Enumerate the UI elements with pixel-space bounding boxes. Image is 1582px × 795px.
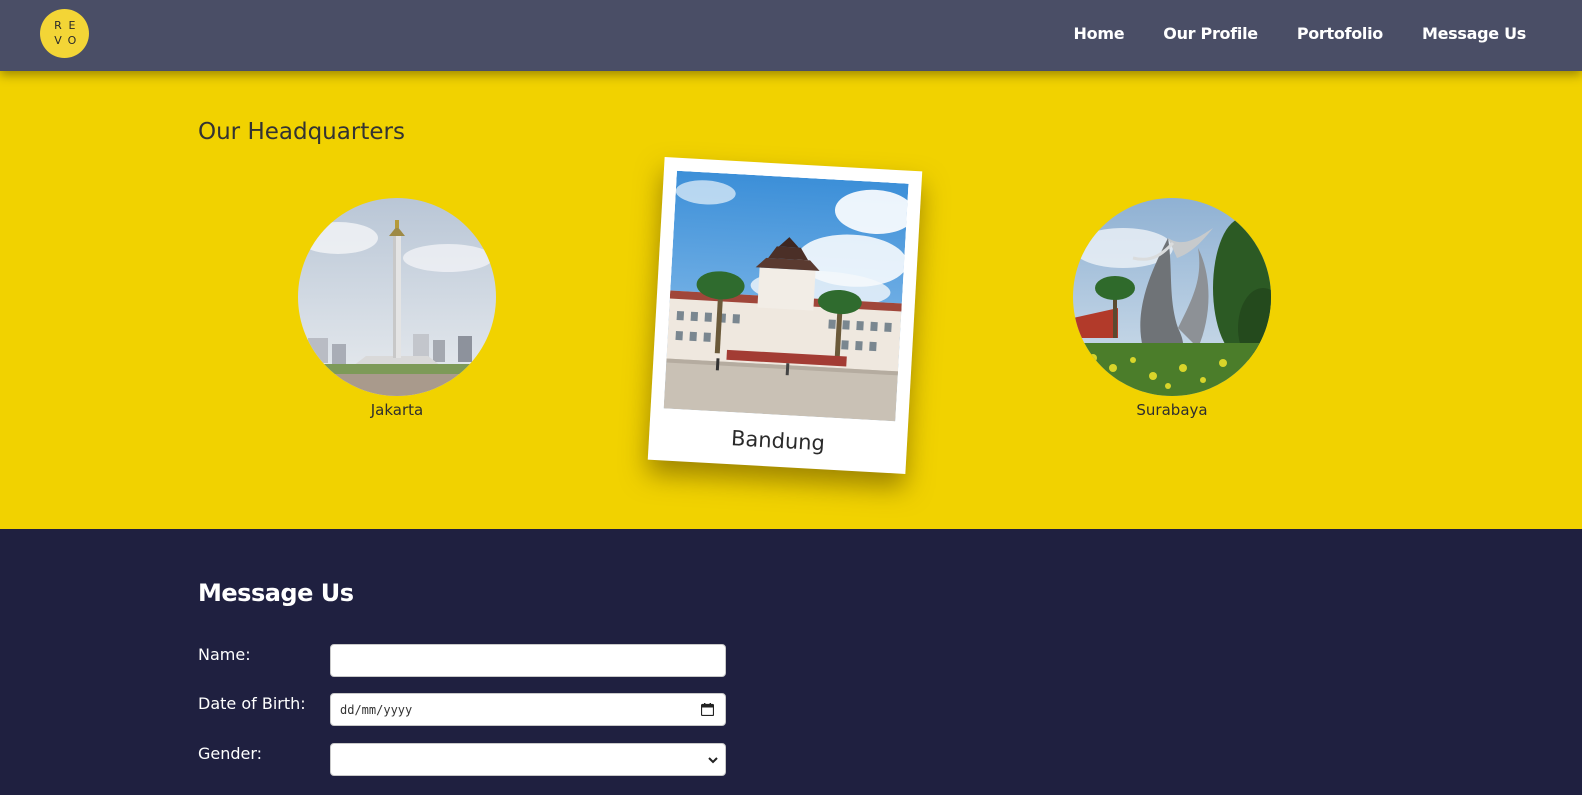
- city-card-surabaya[interactable]: Surabaya: [1073, 198, 1271, 419]
- chevron-down-icon: [708, 757, 718, 764]
- nav-link-portofolio[interactable]: Portofolio: [1297, 24, 1383, 43]
- logo-letter: O: [67, 34, 77, 47]
- logo-letter: R: [54, 19, 62, 32]
- logo-letter: E: [68, 19, 76, 32]
- section-title: Our Headquarters: [198, 119, 405, 145]
- dob-input[interactable]: dd/mm/yyyy: [330, 693, 726, 726]
- nav-link-our-profile[interactable]: Our Profile: [1163, 24, 1258, 43]
- nav-link-home[interactable]: Home: [1074, 24, 1125, 43]
- name-input[interactable]: [330, 644, 726, 677]
- city-label: Surabaya: [1136, 401, 1208, 419]
- gender-select[interactable]: [330, 743, 726, 776]
- headquarters-section: Our Headquarters Jakarta Bandung Surabay…: [0, 71, 1582, 529]
- city-card-bandung[interactable]: Bandung: [647, 157, 923, 474]
- name-label: Name:: [198, 645, 251, 664]
- gedung-sate-photo: [663, 170, 909, 422]
- logo-letters: R E V O: [51, 18, 79, 48]
- city-label: Jakarta: [370, 401, 424, 419]
- gender-label: Gender:: [198, 744, 263, 763]
- revo-logo[interactable]: R E V O: [40, 9, 89, 58]
- dob-placeholder: dd/mm/yyyy: [340, 703, 413, 717]
- nav-link-message-us[interactable]: Message Us: [1422, 24, 1526, 43]
- city-label: Bandung: [730, 426, 826, 456]
- logo-letter: V: [54, 34, 62, 47]
- dob-label: Date of Birth:: [198, 694, 306, 713]
- monas-monument-photo: [298, 198, 496, 396]
- section-title: Message Us: [198, 579, 354, 607]
- calendar-icon[interactable]: [701, 703, 714, 716]
- navbar: R E V O Home Our Profile Portofolio Mess…: [0, 0, 1582, 71]
- nav-menu: Home Our Profile Portofolio Message Us: [1074, 24, 1527, 43]
- city-card-jakarta[interactable]: Jakarta: [298, 198, 496, 419]
- message-us-section: Message Us Name: Date of Birth: dd/mm/yy…: [0, 529, 1582, 795]
- sura-buaya-statue-photo: [1073, 198, 1271, 396]
